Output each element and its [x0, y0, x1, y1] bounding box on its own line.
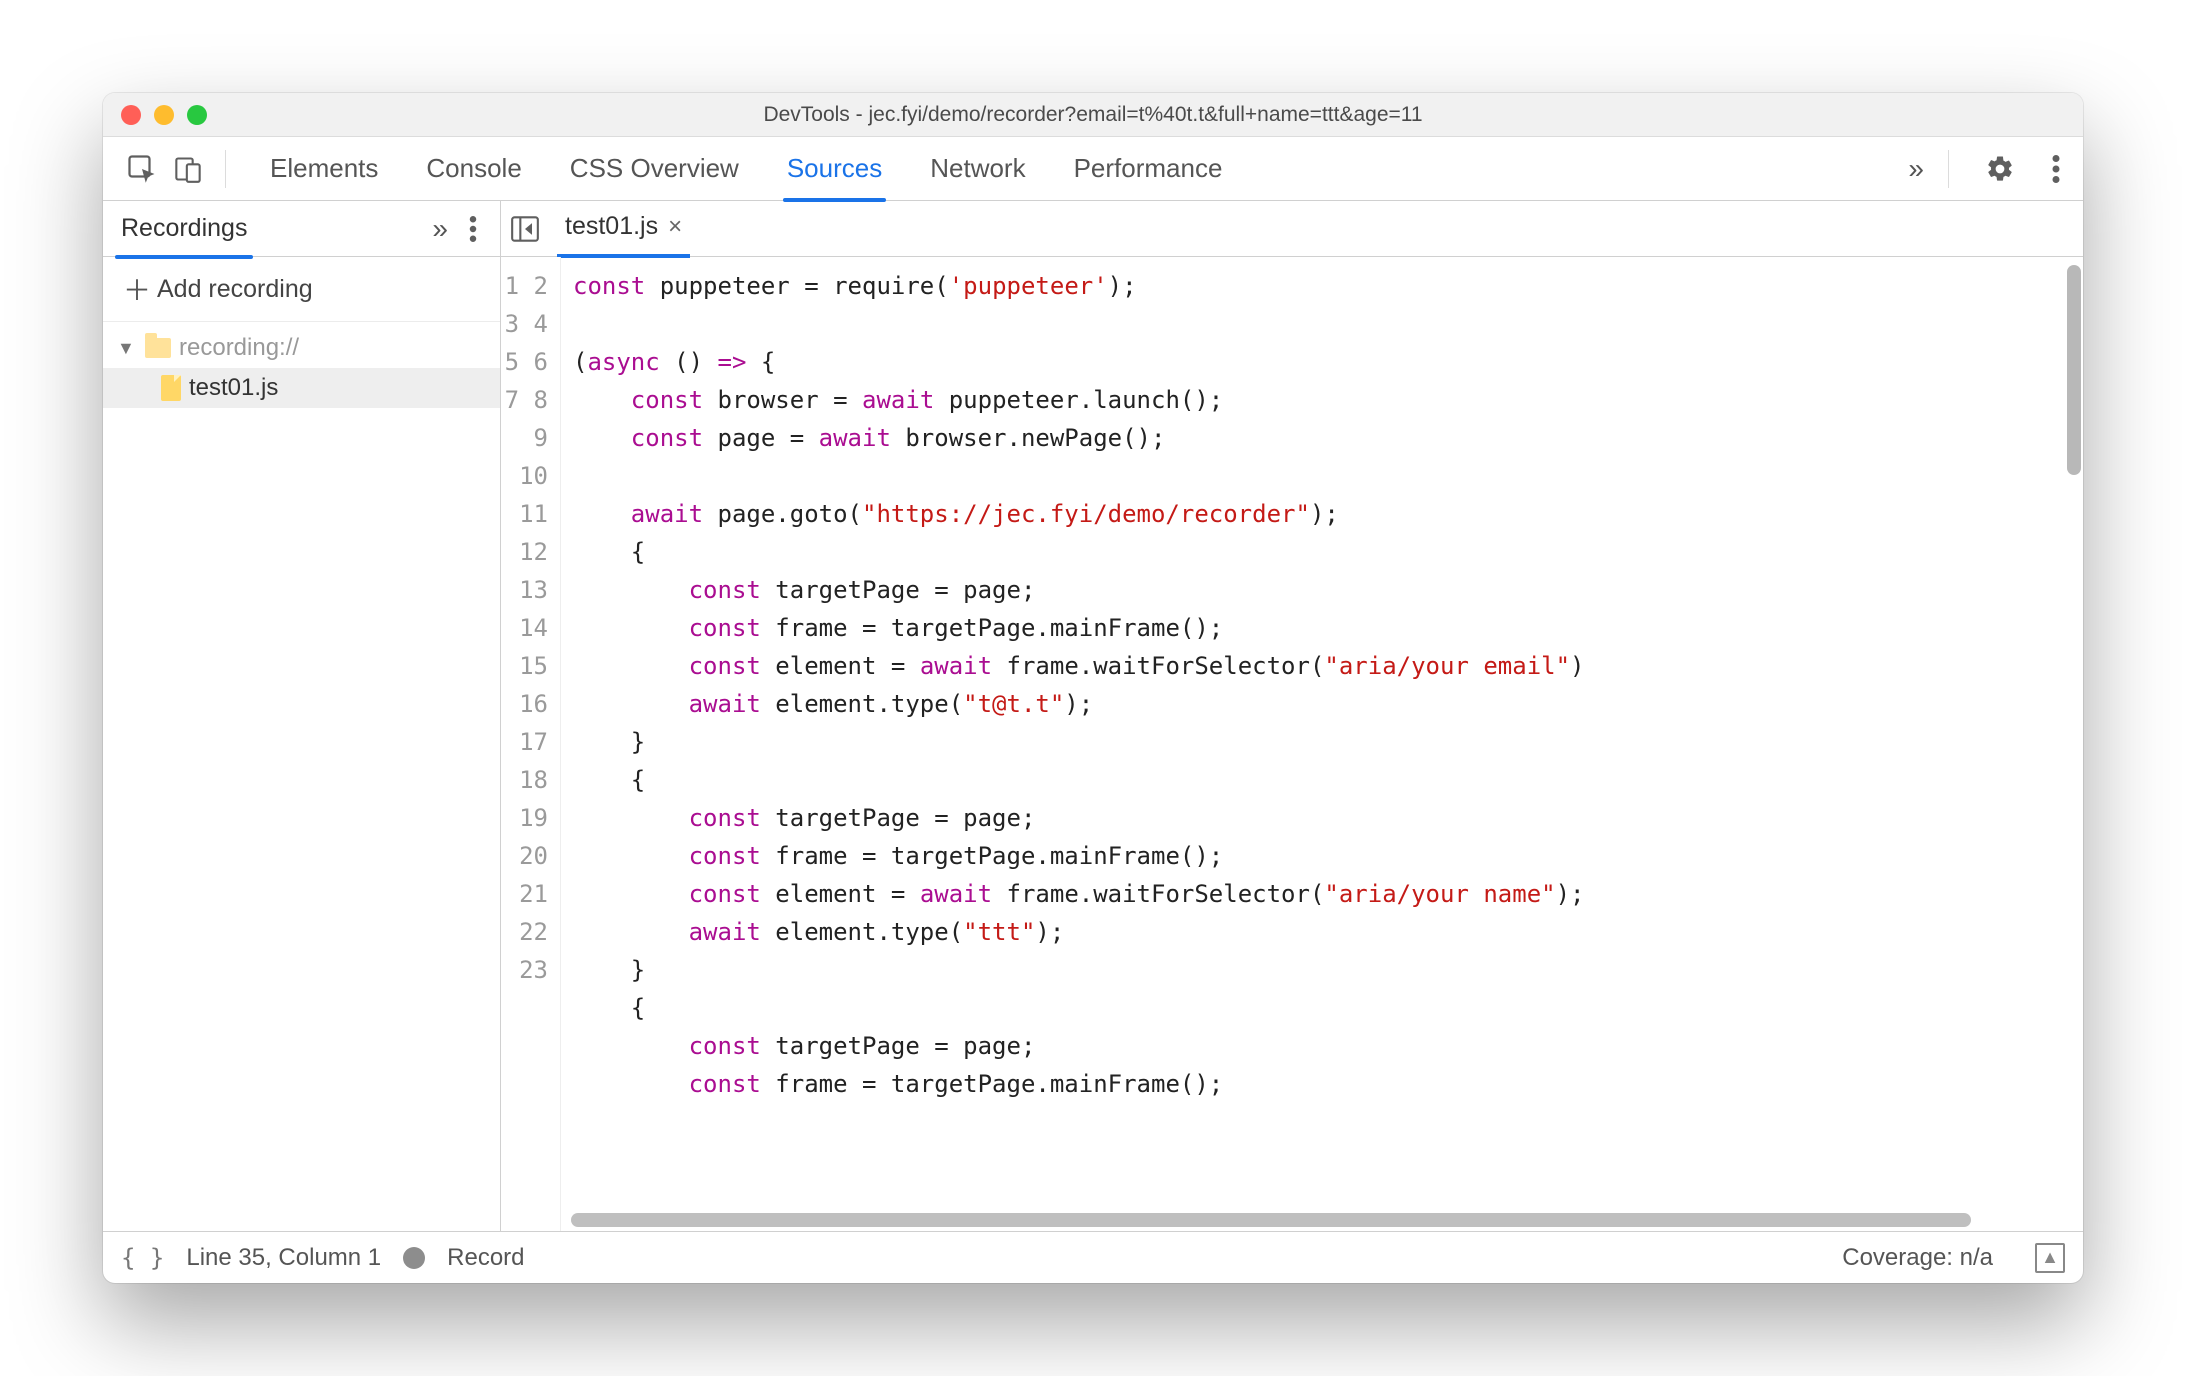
horizontal-scrollbar[interactable] [571, 1213, 1971, 1227]
cursor-position: Line 35, Column 1 [186, 1244, 381, 1272]
folder-icon [145, 338, 171, 358]
tab-performance[interactable]: Performance [1074, 137, 1223, 200]
add-recording-label: Add recording [157, 275, 313, 304]
file-tree: ▼ recording:// test01.js [103, 322, 500, 414]
line-gutter: 1 2 3 4 5 6 7 8 9 10 11 12 13 14 15 16 1… [501, 257, 561, 1231]
status-bar: { } Line 35, Column 1 Record Coverage: n… [103, 1231, 2083, 1283]
device-toolbar-icon[interactable] [167, 148, 209, 190]
window-minimize-button[interactable] [154, 105, 174, 125]
record-label[interactable]: Record [447, 1244, 524, 1272]
tab-elements[interactable]: Elements [270, 137, 378, 200]
window-close-button[interactable] [121, 105, 141, 125]
plus-icon: ＋ [123, 269, 147, 309]
more-sidebar-tabs-icon[interactable]: » [424, 213, 456, 245]
toggle-navigator-icon[interactable] [511, 216, 539, 242]
tab-css-overview[interactable]: CSS Overview [570, 137, 739, 200]
vertical-scrollbar[interactable] [2067, 265, 2081, 475]
body: ＋ Add recording ▼ recording:// test01.js… [103, 257, 2083, 1231]
more-tabs-icon[interactable]: » [1900, 153, 1932, 185]
titlebar: DevTools - jec.fyi/demo/recorder?email=t… [103, 93, 2083, 137]
tab-sources[interactable]: Sources [787, 137, 882, 200]
toolbar-separator-right [1948, 150, 1949, 188]
tab-console[interactable]: Console [426, 137, 521, 200]
tree-root[interactable]: ▼ recording:// [103, 328, 500, 368]
settings-icon[interactable] [1979, 148, 2021, 190]
window-title: DevTools - jec.fyi/demo/recorder?email=t… [103, 103, 2083, 127]
tab-network[interactable]: Network [930, 137, 1025, 200]
inspect-element-icon[interactable] [121, 148, 163, 190]
collapse-icon: ▼ [117, 338, 137, 359]
code-content: const puppeteer = require('puppeteer'); … [561, 257, 2083, 1231]
js-file-icon [161, 375, 181, 401]
sidebar-options-icon[interactable] [456, 212, 490, 246]
scroll-to-top-icon[interactable]: ▲ [2035, 1243, 2065, 1273]
secondary-toolbar: Recordings » test01.js × [103, 201, 2083, 257]
tree-file[interactable]: test01.js [103, 368, 500, 408]
file-tab-label: test01.js [565, 212, 658, 241]
main-toolbar: Elements Console CSS Overview Sources Networ… [103, 137, 2083, 201]
file-tab-test01[interactable]: test01.js × [557, 199, 690, 258]
coverage-label: Coverage: n/a [1842, 1244, 1993, 1272]
sidebar: ＋ Add recording ▼ recording:// test01.js [103, 257, 501, 1231]
tree-root-label: recording:// [179, 334, 299, 362]
recordings-tab[interactable]: Recordings [121, 200, 247, 257]
add-recording-button[interactable]: ＋ Add recording [103, 257, 500, 322]
sidebar-tabs: Recordings » [103, 201, 501, 256]
tree-file-label: test01.js [189, 374, 278, 402]
window-zoom-button[interactable] [187, 105, 207, 125]
devtools-window: DevTools - jec.fyi/demo/recorder?email=t… [103, 93, 2083, 1283]
editor-tabstrip: test01.js × [501, 201, 2083, 256]
code-editor[interactable]: 1 2 3 4 5 6 7 8 9 10 11 12 13 14 15 16 1… [501, 257, 2083, 1231]
traffic-lights [103, 105, 207, 125]
close-tab-icon[interactable]: × [668, 213, 682, 241]
toolbar-separator [225, 150, 226, 188]
pretty-print-icon[interactable]: { } [121, 1244, 164, 1272]
record-status-icon[interactable] [403, 1247, 425, 1269]
panel-tabs: Elements Console CSS Overview Sources Networ… [242, 137, 1896, 200]
more-options-icon[interactable] [2039, 152, 2073, 186]
